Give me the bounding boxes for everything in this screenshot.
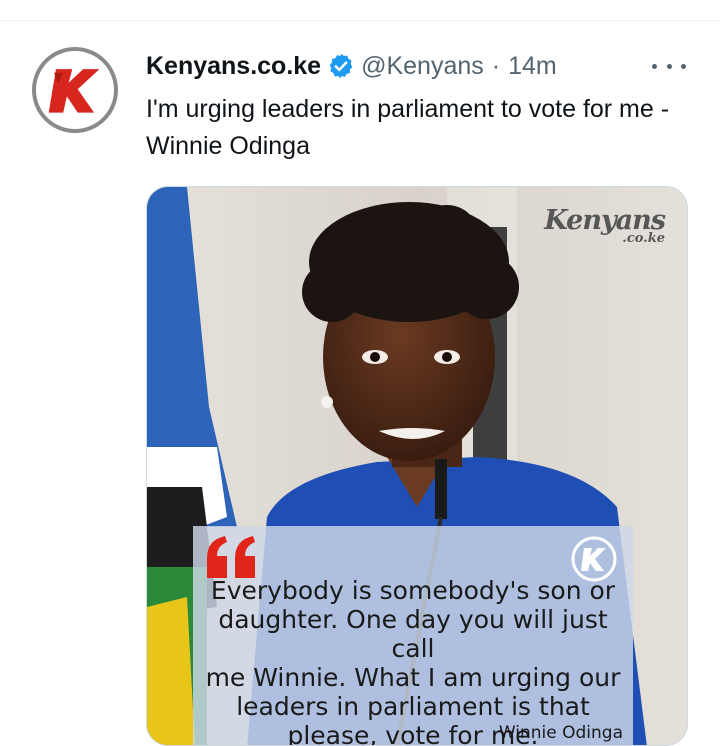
verified-badge-icon [327,52,355,80]
watermark-main: Kenyans [544,205,666,236]
kenyans-k-logo-icon [39,54,111,126]
tweet-header: Kenyans.co.ke @Kenyans · 14m [146,51,557,81]
tweet-media-image[interactable]: Kenyans .co.ke Everybody is somebody's s… [146,186,688,746]
quote-author: Winnie Odinga [498,723,623,743]
more-dot [666,63,672,69]
author-display-name[interactable]: Kenyans.co.ke [146,51,321,81]
more-horizontal-icon[interactable] [652,55,686,77]
author-handle[interactable]: @Kenyans [361,51,484,81]
author-avatar[interactable] [32,47,118,133]
quote-text: Everybody is somebody's son or daughter.… [205,576,621,746]
tweet-text: I'm urging leaders in parliament to vote… [146,95,670,160]
more-dot [681,63,686,69]
more-dot [652,63,657,69]
header-separator: · [491,52,501,80]
tweet-timestamp[interactable]: 14m [508,51,557,81]
quotation-mark-icon [207,536,255,578]
kenyans-watermark: Kenyans .co.ke [544,205,666,245]
tweet[interactable]: Kenyans.co.ke @Kenyans · 14m I'm urging … [0,21,720,746]
quote-card: Everybody is somebody's son or daughter.… [193,526,633,746]
